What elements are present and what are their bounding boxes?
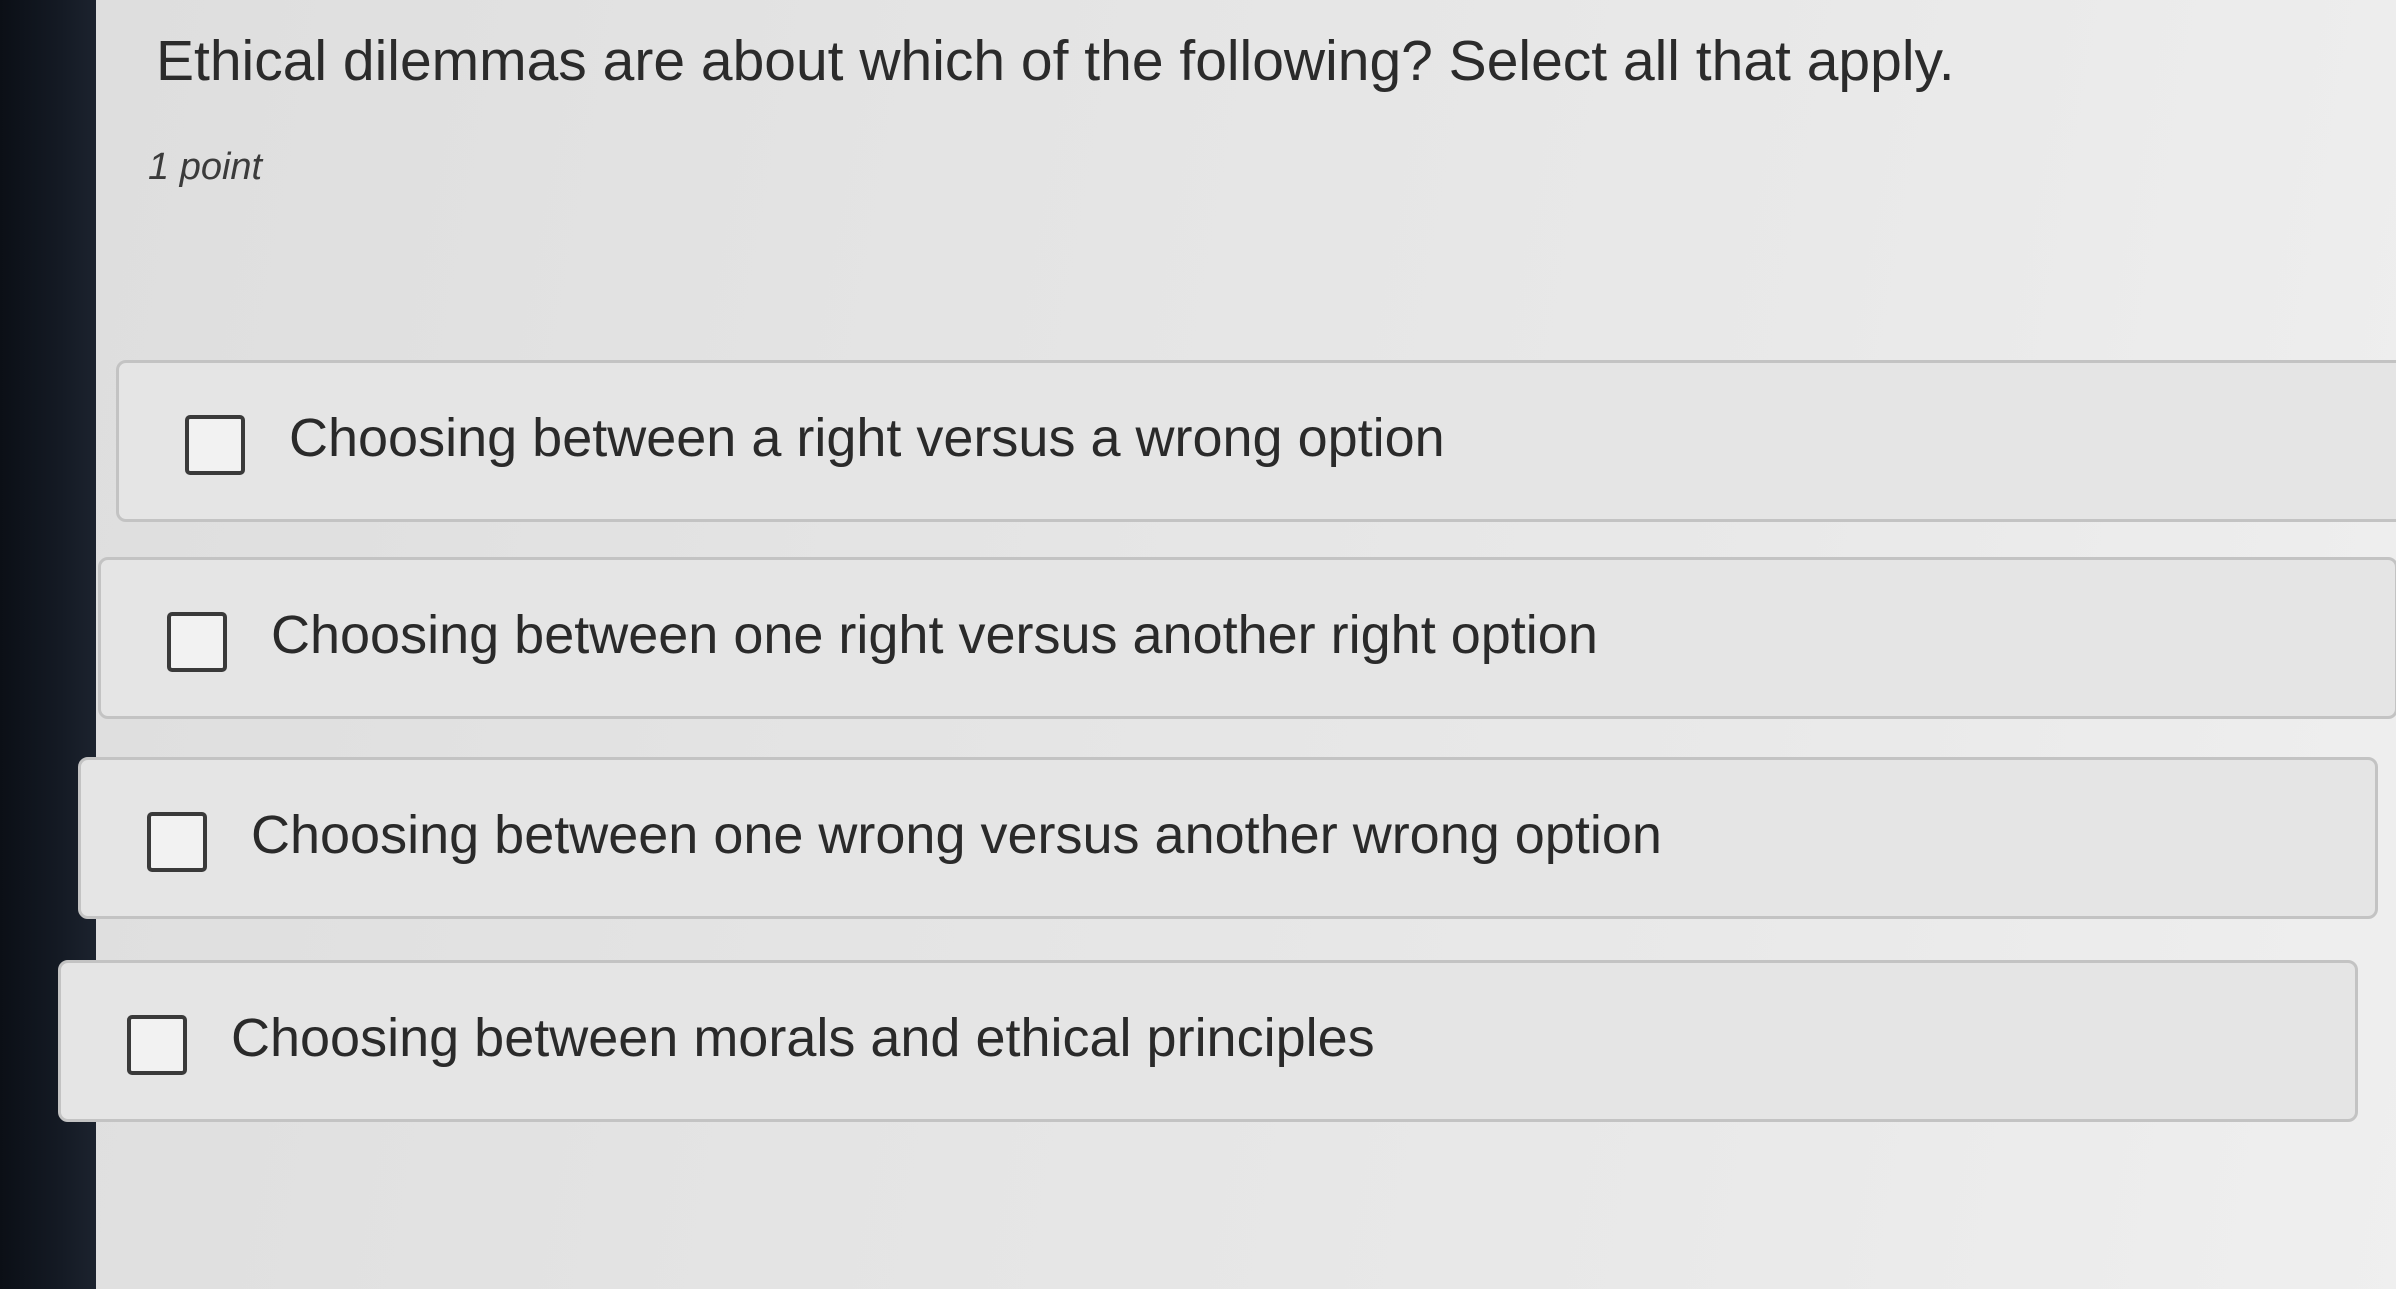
answer-option[interactable]: Choosing between one wrong versus anothe… <box>78 757 2378 919</box>
answer-option[interactable]: Choosing between one right versus anothe… <box>98 557 2396 719</box>
option-label: Choosing between one wrong versus anothe… <box>251 805 1662 865</box>
option-label: Choosing between morals and ethical prin… <box>231 1008 1375 1068</box>
answer-option[interactable]: Choosing between morals and ethical prin… <box>58 960 2358 1122</box>
answer-options: Choosing between a right versus a wrong … <box>58 0 2396 1289</box>
option-label: Choosing between a right versus a wrong … <box>289 408 1445 468</box>
option-label: Choosing between one right versus anothe… <box>271 605 1598 665</box>
answer-option[interactable]: Choosing between a right versus a wrong … <box>116 360 2396 522</box>
quiz-screen: Ethical dilemmas are about which of the … <box>58 0 2396 1289</box>
checkbox-icon[interactable] <box>167 612 227 672</box>
checkbox-icon[interactable] <box>127 1015 187 1075</box>
checkbox-icon[interactable] <box>185 415 245 475</box>
checkbox-icon[interactable] <box>147 812 207 872</box>
